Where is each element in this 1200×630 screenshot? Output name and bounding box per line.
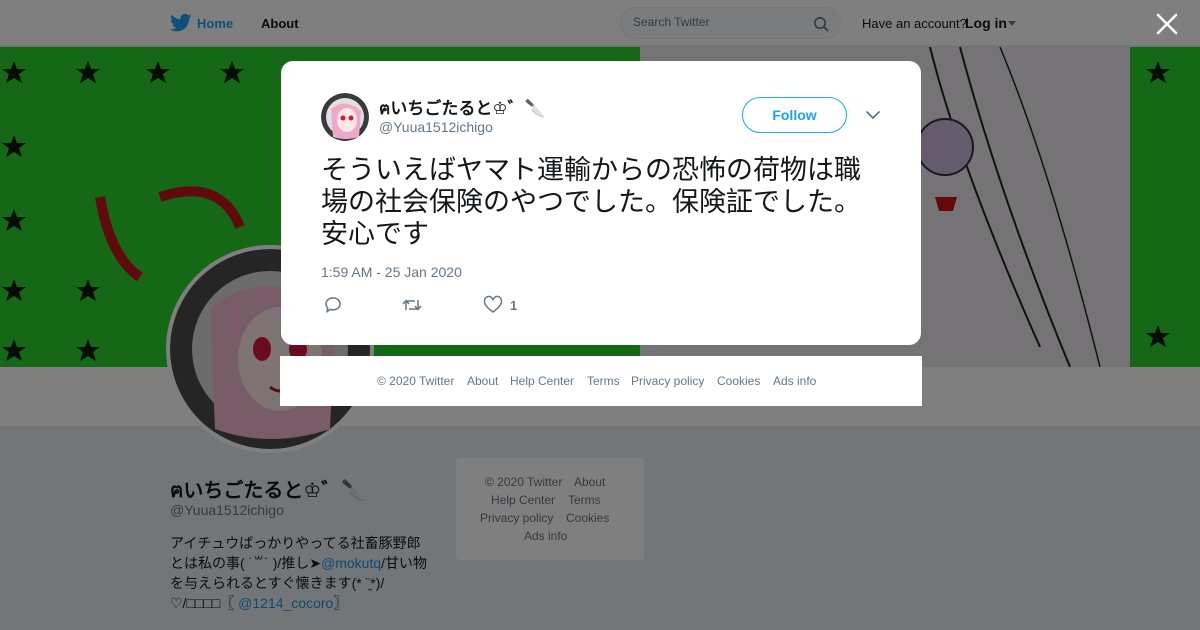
heart-icon[interactable]	[483, 295, 503, 315]
close-icon[interactable]	[1155, 12, 1179, 36]
tweet-timestamp[interactable]: 1:59 AM - 25 Jan 2020	[321, 264, 462, 280]
like-count: 1	[510, 298, 518, 313]
avatar-image	[321, 93, 369, 141]
footer-help-link[interactable]: Help Center	[510, 374, 574, 388]
reply-icon[interactable]	[323, 295, 343, 315]
tweet-author-name[interactable]: ฅいちごたると♔゛🔪	[379, 94, 546, 122]
footer-about-link[interactable]: About	[467, 374, 498, 388]
tweet-actions: 1	[321, 295, 621, 315]
footer-ads-link[interactable]: Ads info	[773, 374, 816, 388]
footer-cookies-link[interactable]: Cookies	[717, 374, 760, 388]
retweet-icon[interactable]	[401, 295, 423, 315]
chevron-down-icon[interactable]	[865, 109, 881, 121]
follow-button[interactable]: Follow	[742, 97, 847, 133]
footer-privacy-link[interactable]: Privacy policy	[631, 374, 704, 388]
footer-terms-link[interactable]: Terms	[587, 374, 620, 388]
tweet-author-avatar[interactable]	[321, 93, 369, 141]
modal-footer: © 2020 Twitter About Help Center Terms P…	[280, 356, 922, 406]
footer-copyright: © 2020 Twitter	[377, 374, 455, 388]
tweet-modal: ฅいちごたると♔゛🔪 @Yuua1512ichigo Follow そういえばヤ…	[281, 61, 921, 345]
tweet-text: そういえばヤマト運輸からの恐怖の荷物は職場の社会保険のやつでした。保険証でした。…	[321, 155, 861, 249]
tweet-author-handle[interactable]: @Yuua1512ichigo	[379, 119, 493, 135]
